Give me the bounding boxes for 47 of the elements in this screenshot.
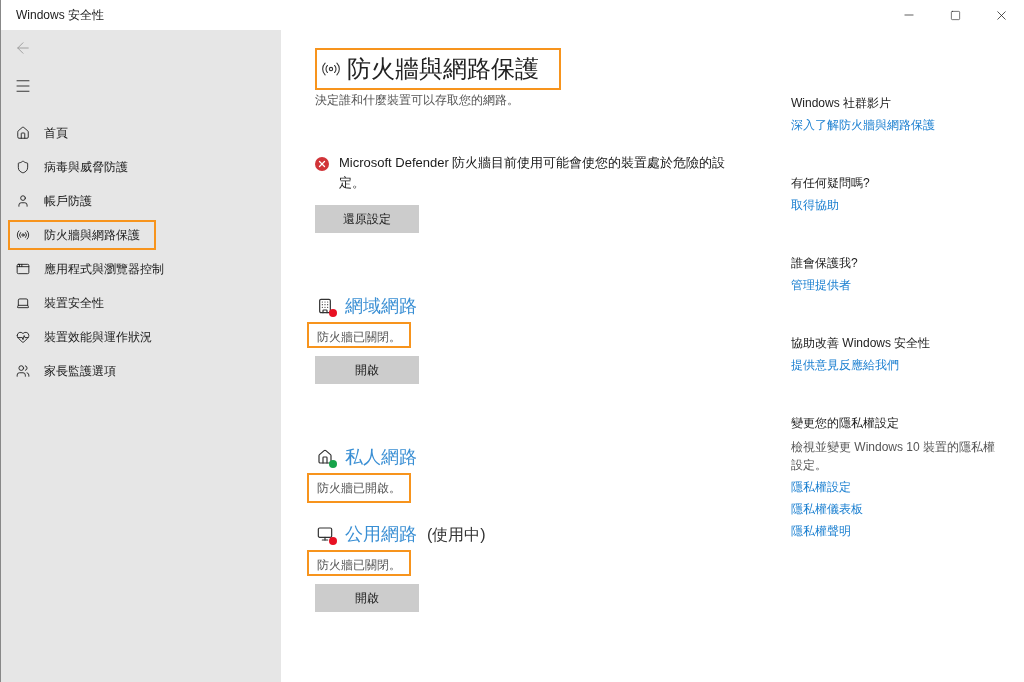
sidebar-item[interactable]: 家長監護選項: [8, 356, 156, 386]
sidebar-item[interactable]: 病毒與威脅防護: [8, 152, 156, 182]
firewall-status: 防火牆已開啟。: [317, 481, 401, 495]
aside-text: 檢視並變更 Windows 10 裝置的隱私權設定。: [791, 439, 997, 474]
sidebar-item[interactable]: 帳戶防護: [8, 186, 156, 216]
network-link[interactable]: 公用網路: [345, 521, 417, 548]
people-icon: [16, 364, 30, 378]
aside-heading: Windows 社群影片: [791, 95, 891, 112]
aside-heading: 誰會保護我?: [791, 255, 858, 272]
aside-link[interactable]: 隱私權儀表板: [791, 500, 863, 518]
home-icon: [16, 126, 30, 140]
sidebar-item[interactable]: 首頁: [8, 118, 156, 148]
aside-heading: 協助改善 Windows 安全性: [791, 335, 931, 352]
network-note: (使用中): [427, 524, 486, 545]
app-window-icon: [16, 262, 30, 276]
firewall-status: 防火牆已關閉。: [317, 558, 401, 572]
window-title: Windows 安全性: [16, 7, 104, 24]
sidebar-item[interactable]: 應用程式與瀏覽器控制: [8, 254, 172, 284]
page-subtitle: 決定誰和什麼裝置可以存取您的網路。: [315, 92, 519, 109]
aside-link[interactable]: 隱私權設定: [791, 478, 851, 496]
laptop-icon: [16, 296, 30, 310]
shield-icon: [16, 160, 30, 174]
aside-heading: 變更您的隱私權設定: [791, 415, 899, 432]
error-icon: [315, 157, 329, 171]
aside-link[interactable]: 提供意見反應給我們: [791, 356, 899, 374]
aside-link[interactable]: 取得協助: [791, 196, 839, 214]
page-title: 防火牆與網路保護: [347, 57, 539, 81]
menu-icon: [14, 77, 32, 95]
aside-heading: 有任何疑問嗎?: [791, 175, 870, 192]
network-link[interactable]: 私人網路: [345, 444, 417, 471]
turn-on-button[interactable]: 開啟: [315, 584, 419, 612]
maximize-icon: [949, 9, 961, 21]
firewall-status: 防火牆已關閉。: [317, 330, 401, 344]
network-link[interactable]: 網域網路: [345, 293, 417, 320]
restore-settings-button[interactable]: 還原設定: [315, 205, 419, 233]
antenna-icon: [16, 228, 30, 242]
aside-link[interactable]: 管理提供者: [791, 276, 851, 294]
sidebar-item[interactable]: 裝置效能與運作狀況: [8, 322, 160, 352]
person-icon: [16, 194, 30, 208]
aside-link[interactable]: 隱私權聲明: [791, 522, 851, 540]
turn-on-button[interactable]: 開啟: [315, 356, 419, 384]
aside-link[interactable]: 深入了解防火牆與網路保護: [791, 116, 935, 134]
sidebar-item[interactable]: 防火牆與網路保護: [8, 220, 156, 250]
back-icon: [14, 39, 32, 57]
heart-icon: [16, 330, 30, 344]
sidebar-item[interactable]: 裝置安全性: [8, 288, 156, 318]
warning-message: Microsoft Defender 防火牆目前使用可能會使您的裝置處於危險的設定。: [339, 154, 727, 192]
